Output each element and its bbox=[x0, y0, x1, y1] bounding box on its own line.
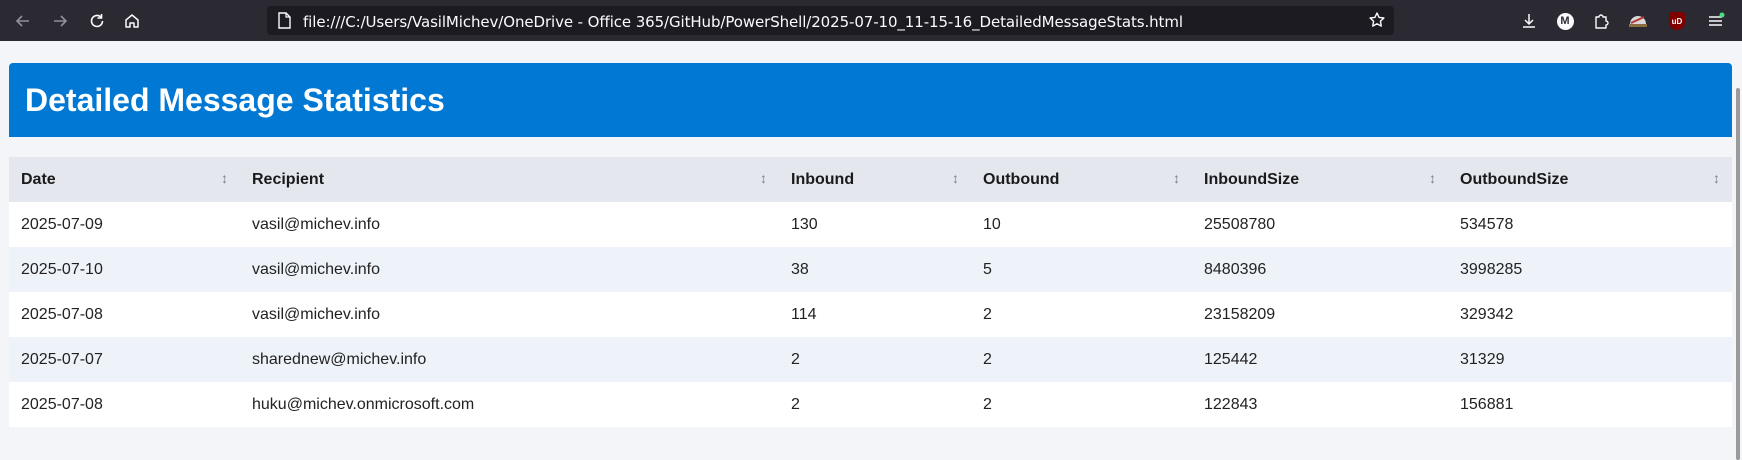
cell-outbound: 2 bbox=[971, 292, 1192, 337]
cell-inbound: 130 bbox=[779, 202, 971, 247]
browser-toolbar: file:///C:/Users/VasilMichev/OneDrive - … bbox=[0, 0, 1742, 41]
cell-date: 2025-07-09 bbox=[9, 202, 240, 247]
column-header-inboundsize[interactable]: InboundSize ↕ bbox=[1192, 157, 1448, 202]
sort-icon: ↕ bbox=[952, 170, 959, 186]
cell-inbound: 2 bbox=[779, 382, 971, 427]
reload-icon[interactable] bbox=[84, 8, 110, 34]
cell-outbound-size: 534578 bbox=[1448, 202, 1732, 247]
cell-inbound-size: 8480396 bbox=[1192, 247, 1448, 292]
sort-icon: ↕ bbox=[1429, 170, 1436, 186]
column-header-recipient[interactable]: Recipient ↕ bbox=[240, 157, 779, 202]
sort-icon: ↕ bbox=[221, 170, 228, 186]
column-header-date[interactable]: Date ↕ bbox=[9, 157, 240, 202]
sort-icon: ↕ bbox=[760, 170, 767, 186]
forward-icon[interactable] bbox=[47, 8, 73, 34]
page-icon bbox=[277, 12, 291, 34]
cell-recipient: vasil@michev.info bbox=[240, 247, 779, 292]
sort-icon: ↕ bbox=[1713, 170, 1720, 186]
ublock-icon[interactable]: uD bbox=[1665, 9, 1689, 33]
cell-recipient: huku@michev.onmicrosoft.com bbox=[240, 382, 779, 427]
table-row: 2025-07-08 vasil@michev.info 114 2 23158… bbox=[9, 292, 1732, 337]
cell-inbound-size: 25508780 bbox=[1192, 202, 1448, 247]
cell-outbound-size: 31329 bbox=[1448, 337, 1732, 382]
cell-outbound: 2 bbox=[971, 382, 1192, 427]
cell-outbound: 5 bbox=[971, 247, 1192, 292]
cell-date: 2025-07-07 bbox=[9, 337, 240, 382]
table-row: 2025-07-08 huku@michev.onmicrosoft.com 2… bbox=[9, 382, 1732, 427]
url-text[interactable]: file:///C:/Users/VasilMichev/OneDrive - … bbox=[303, 13, 1183, 31]
table-header-row: Date ↕ Recipient ↕ Inbound ↕ Outbound ↕ Inbo… bbox=[9, 157, 1732, 202]
extension-m-icon[interactable]: M bbox=[1553, 9, 1577, 33]
back-icon[interactable] bbox=[10, 8, 36, 34]
cell-inbound: 114 bbox=[779, 292, 971, 337]
scrollbar-thumb[interactable] bbox=[1736, 88, 1740, 460]
cell-outbound: 2 bbox=[971, 337, 1192, 382]
column-header-outboundsize[interactable]: OutboundSize ↕ bbox=[1448, 157, 1732, 202]
cell-recipient: vasil@michev.info bbox=[240, 202, 779, 247]
page-scrollbar[interactable] bbox=[1733, 41, 1742, 460]
home-icon[interactable] bbox=[119, 8, 145, 34]
column-header-outbound[interactable]: Outbound ↕ bbox=[971, 157, 1192, 202]
extensions-puzzle-icon[interactable] bbox=[1589, 9, 1613, 33]
bookmark-star-icon[interactable] bbox=[1368, 11, 1386, 34]
address-bar[interactable]: file:///C:/Users/VasilMichev/OneDrive - … bbox=[267, 6, 1394, 35]
extension-helmet-icon[interactable] bbox=[1626, 9, 1650, 33]
stats-table-container: Date ↕ Recipient ↕ Inbound ↕ Outbound ↕ Inbo… bbox=[9, 157, 1732, 427]
page-header: Detailed Message Statistics bbox=[9, 63, 1732, 137]
table-row: 2025-07-09 vasil@michev.info 130 10 2550… bbox=[9, 202, 1732, 247]
cell-outbound-size: 156881 bbox=[1448, 382, 1732, 427]
table-row: 2025-07-07 sharednew@michev.info 2 2 125… bbox=[9, 337, 1732, 382]
cell-inbound: 38 bbox=[779, 247, 971, 292]
table-row: 2025-07-10 vasil@michev.info 38 5 848039… bbox=[9, 247, 1732, 292]
cell-inbound: 2 bbox=[779, 337, 971, 382]
page-content: Detailed Message Statistics Date ↕ Recipi… bbox=[0, 41, 1742, 427]
downloads-icon[interactable] bbox=[1517, 9, 1541, 33]
cell-inbound-size: 23158209 bbox=[1192, 292, 1448, 337]
column-header-inbound[interactable]: Inbound ↕ bbox=[779, 157, 971, 202]
cell-inbound-size: 122843 bbox=[1192, 382, 1448, 427]
cell-inbound-size: 125442 bbox=[1192, 337, 1448, 382]
cell-date: 2025-07-10 bbox=[9, 247, 240, 292]
cell-outbound-size: 329342 bbox=[1448, 292, 1732, 337]
cell-outbound-size: 3998285 bbox=[1448, 247, 1732, 292]
cell-recipient: vasil@michev.info bbox=[240, 292, 779, 337]
menu-icon[interactable] bbox=[1704, 9, 1728, 33]
stats-table: Date ↕ Recipient ↕ Inbound ↕ Outbound ↕ Inbo… bbox=[9, 157, 1732, 427]
cell-outbound: 10 bbox=[971, 202, 1192, 247]
sort-icon: ↕ bbox=[1173, 170, 1180, 186]
cell-date: 2025-07-08 bbox=[9, 382, 240, 427]
cell-recipient: sharednew@michev.info bbox=[240, 337, 779, 382]
cell-date: 2025-07-08 bbox=[9, 292, 240, 337]
page-title: Detailed Message Statistics bbox=[25, 82, 445, 118]
